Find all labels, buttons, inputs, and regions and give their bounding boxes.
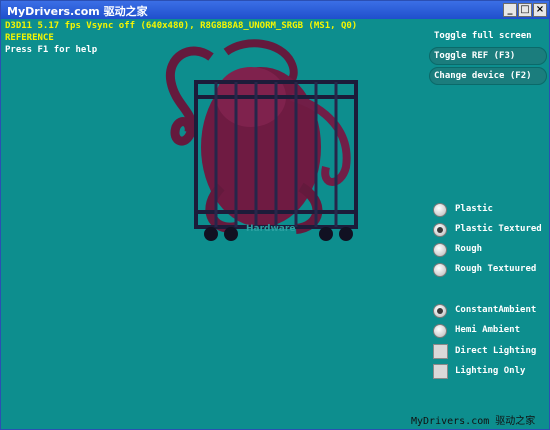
checkbox-lighting-only-label: Lighting Only — [455, 366, 526, 376]
radio-hemi-ambient-label: Hemi Ambient — [455, 325, 521, 335]
checkbox-direct-lighting-label: Direct Lighting — [455, 346, 537, 356]
change-device-button[interactable]: Change device (F2) — [429, 67, 547, 85]
radio-plastic-circle[interactable] — [433, 203, 447, 217]
checkbox-lighting-only[interactable]: Lighting Only — [433, 364, 548, 382]
radio-plastic-textured[interactable]: Plastic Textured — [433, 222, 548, 240]
credit-watermark: MyDrivers.com 驱动之家 — [411, 416, 536, 427]
radio-constant-ambient[interactable]: ConstantAmbient — [433, 303, 548, 321]
radio-plastic[interactable]: Plastic — [433, 202, 548, 220]
device-type-text: REFERENCE — [5, 33, 54, 43]
checkbox-direct-lighting[interactable]: Direct Lighting — [433, 344, 548, 362]
app-window: MyDrivers.com 驱动之家 _ □ × D3D11 5.17 fps … — [0, 0, 550, 430]
render-viewport[interactable]: D3D11 5.17 fps Vsync off (640x480), R8G8… — [1, 19, 549, 429]
scene-render — [165, 39, 358, 241]
title-bar[interactable]: MyDrivers.com 驱动之家 _ □ × — [1, 1, 549, 19]
watermark-logo: Hardware — [246, 224, 296, 234]
radio-plastic-textured-circle[interactable] — [433, 223, 447, 237]
radio-hemi-ambient[interactable]: Hemi Ambient — [433, 323, 548, 341]
radio-plastic-label: Plastic — [455, 204, 493, 214]
window-title: MyDrivers.com 驱动之家 — [7, 5, 148, 18]
radio-rough[interactable]: Rough — [433, 242, 548, 260]
radio-hemi-ambient-circle[interactable] — [433, 324, 447, 338]
radio-constant-ambient-label: ConstantAmbient — [455, 305, 537, 315]
maximize-button[interactable]: □ — [518, 3, 532, 17]
radio-rough-textured-label: Rough Textuured — [455, 264, 537, 274]
minimize-button[interactable]: _ — [503, 3, 517, 17]
radio-rough-textured-circle[interactable] — [433, 263, 447, 277]
help-hint-text: Press F1 for help — [5, 45, 98, 55]
radio-constant-ambient-circle[interactable] — [433, 304, 447, 318]
close-button[interactable]: × — [533, 3, 547, 17]
radio-rough-circle[interactable] — [433, 243, 447, 257]
fps-stats-text: D3D11 5.17 fps Vsync off (640x480), R8G8… — [5, 21, 358, 31]
radio-rough-label: Rough — [455, 244, 483, 254]
toggle-ref-button[interactable]: Toggle REF (F3) — [429, 47, 547, 65]
checkbox-direct-lighting-box[interactable] — [433, 344, 448, 359]
radio-plastic-textured-label: Plastic Textured — [455, 224, 542, 234]
checkbox-lighting-only-box[interactable] — [433, 364, 448, 379]
toggle-fullscreen-button[interactable]: Toggle full screen — [429, 27, 547, 45]
radio-rough-textured[interactable]: Rough Textuured — [433, 262, 548, 280]
